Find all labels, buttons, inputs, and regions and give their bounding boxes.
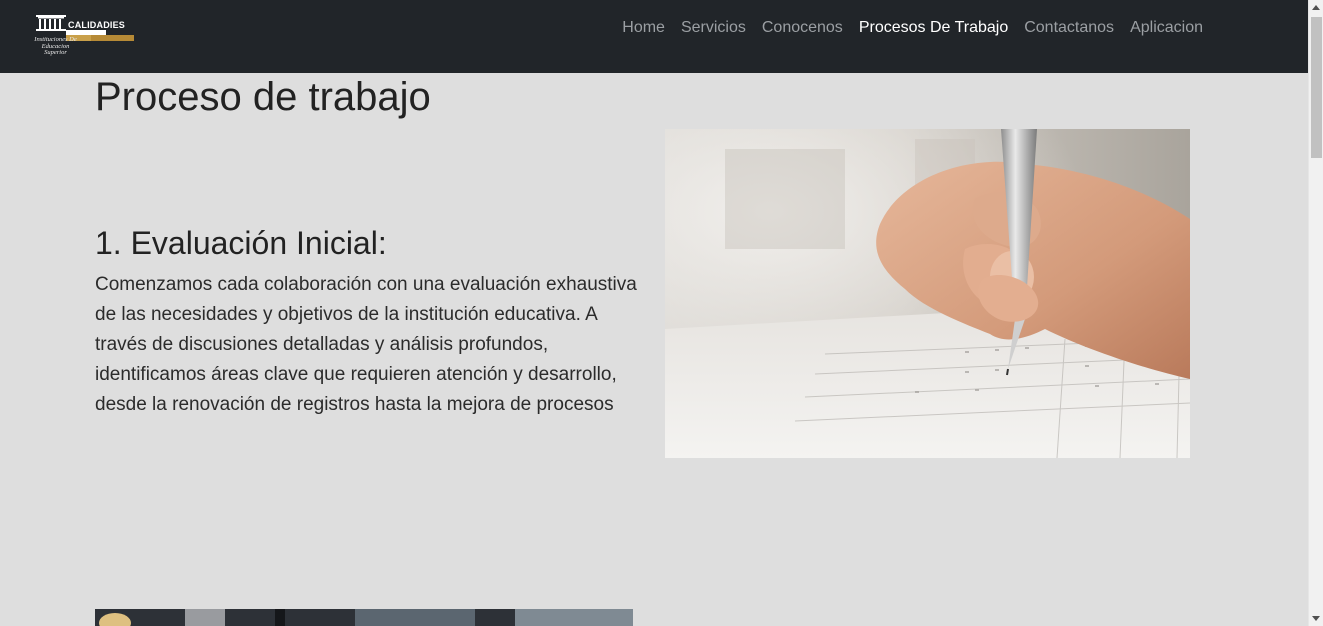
second-section-photo <box>95 609 633 626</box>
section-heading: 1. Evaluación Inicial: <box>95 225 387 261</box>
page: CALIDADIES Instituciones De Educacion Su… <box>0 0 1323 626</box>
navbar: CALIDADIES Instituciones De Educacion Su… <box>0 0 1308 73</box>
nav-link-contactanos[interactable]: Contactanos <box>1024 18 1114 38</box>
nav-link-procesos-de-trabajo[interactable]: Procesos De Trabajo <box>859 18 1008 38</box>
nav-link-conocenos[interactable]: Conocenos <box>762 18 843 38</box>
page-title: Proceso de trabajo <box>95 75 431 119</box>
section-paragraph: Comenzamos cada colaboración con una eva… <box>95 274 637 415</box>
brand-logo[interactable]: CALIDADIES Instituciones De Educacion Su… <box>33 13 135 59</box>
hand-writing-with-pen-photo <box>665 129 1190 458</box>
vertical-scrollbar[interactable] <box>1308 0 1323 626</box>
logo-tagline: Instituciones De Educacion Superior <box>34 36 77 56</box>
logo-wordmark: CALIDADIES <box>68 20 126 30</box>
scroll-up-icon[interactable] <box>1312 5 1320 10</box>
nav-link-aplicacion[interactable]: Aplicacion <box>1130 18 1203 38</box>
nav-menu: Home Servicios Conocenos Procesos De Tra… <box>622 18 1203 38</box>
scroll-down-icon[interactable] <box>1312 616 1320 621</box>
nav-link-servicios[interactable]: Servicios <box>681 18 746 38</box>
nav-link-home[interactable]: Home <box>622 18 665 38</box>
scroll-thumb[interactable] <box>1311 17 1322 158</box>
